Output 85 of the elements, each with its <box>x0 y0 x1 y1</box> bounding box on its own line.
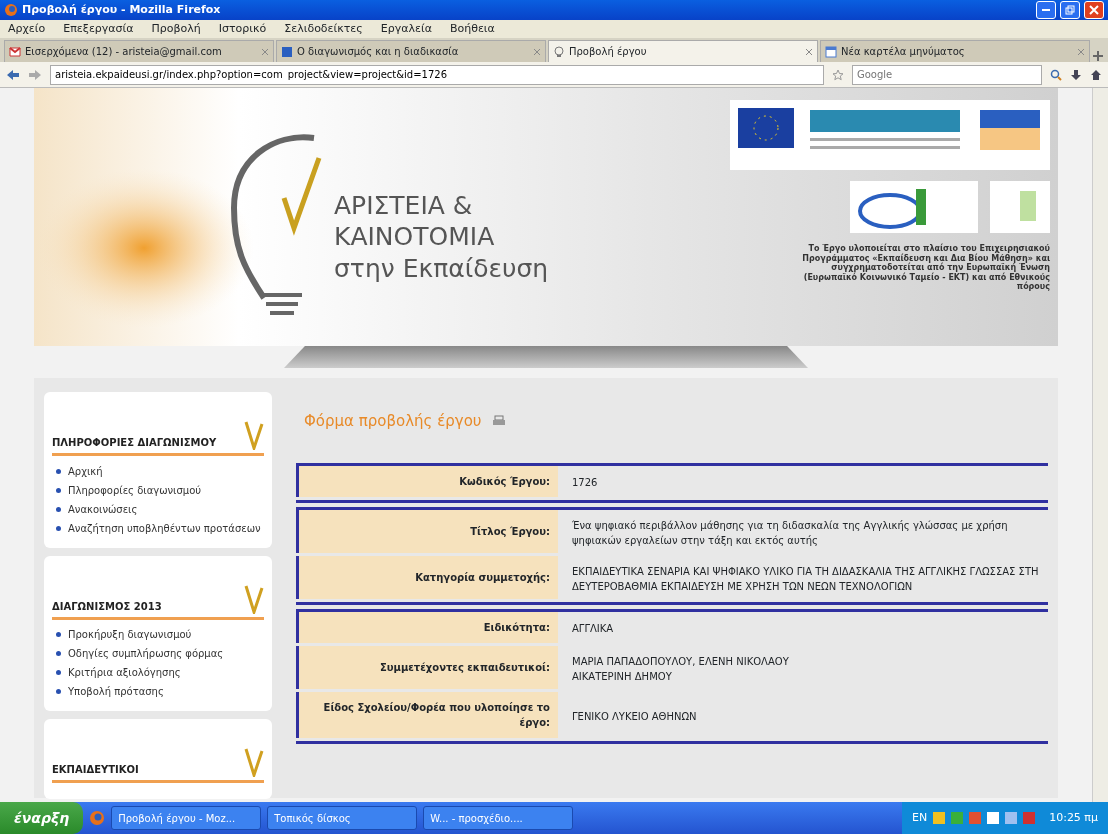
field-label: Ειδικότητα: <box>296 611 558 643</box>
back-icon[interactable] <box>6 68 20 81</box>
close-icon[interactable] <box>533 47 541 56</box>
minimize-button[interactable] <box>1036 1 1056 19</box>
search-icon[interactable] <box>1050 68 1062 81</box>
restore-icon <box>1065 5 1075 15</box>
field-value: ΜΑΡΙΑ ΠΑΠΑΔΟΠΟΥΛΟΥ, ΕΛΕΝΗ ΝΙΚΟΛΑΟΥ ΑΙΚΑΤΕΡΙΝΗ ΔΗΜΟΥ <box>571 654 790 684</box>
menu-item[interactable]: Αρχείο <box>8 20 46 38</box>
language-indicator[interactable]: EN <box>912 809 928 827</box>
menu-item[interactable]: Βοήθεια <box>449 20 495 38</box>
home-icon[interactable] <box>1090 68 1102 81</box>
bullet-icon <box>56 651 61 656</box>
menu-item[interactable]: Προβολή <box>151 20 201 38</box>
site-title: στην Εκπαίδευση <box>334 252 549 284</box>
field-label: Κωδικός Έργου: <box>296 465 558 497</box>
light-bulb-icon <box>553 45 565 58</box>
sidebar-link[interactable]: Πληροφορίες διαγωνισμού <box>52 480 264 500</box>
tab-label: Εισερχόμενα (12) - aristeia@gmail.com <box>25 45 223 59</box>
close-icon[interactable] <box>261 47 269 56</box>
field-label: Είδος Σχολείου/Φορέα που υλοποίησε το έργο: <box>296 691 558 738</box>
bullet-icon <box>56 487 61 493</box>
forward-icon[interactable] <box>28 68 42 81</box>
site-title: ΑΡΙΣΤΕΙΑ & <box>334 190 474 222</box>
browser-tab[interactable]: Εισερχόμενα (12) - aristeia@gmail.com <box>4 40 274 62</box>
sidebar-link[interactable]: Οδηγίες συμπλήρωσης φόρμας <box>52 644 264 663</box>
field-label: Κατηγορία συμμετοχής: <box>296 555 558 599</box>
taskbar-button[interactable]: Τοπικός δίσκος <box>267 806 418 830</box>
sidebar-link[interactable]: Υποβολή πρότασης <box>52 682 264 701</box>
sidebar-link[interactable]: Προκήρυξη διαγωνισμού <box>52 625 264 644</box>
tab-label: Ο διαγωνισμός και η διαδικασία <box>297 45 460 59</box>
printer-icon[interactable] <box>491 415 506 428</box>
bullet-icon <box>56 525 61 531</box>
menu-item[interactable]: Επεξεργασία <box>63 20 134 38</box>
close-icon <box>1089 5 1099 15</box>
bullet-icon <box>56 506 61 512</box>
window-icon <box>825 45 837 58</box>
star-icon[interactable] <box>832 68 844 81</box>
browser-logo-icon <box>4 3 18 17</box>
bullet-icon <box>56 689 61 694</box>
address-field[interactable]: aristeia.ekpaideusi.gr/index.php?option=com_project&view=project&id=1726 <box>50 64 824 85</box>
sidebar-link[interactable]: Αρχική <box>52 461 264 481</box>
sidebar-link[interactable]: Κριτήρια αξιολόγησης <box>52 663 264 682</box>
document-icon <box>281 45 293 58</box>
sidebar-link[interactable]: Αναζήτηση υποβληθέντων προτάσεων <box>52 518 264 538</box>
close-button[interactable] <box>1084 1 1104 19</box>
taskbar-button[interactable]: W... - προσχέδιο.... <box>423 806 574 830</box>
menu-item[interactable]: Ιστορικό <box>218 20 267 38</box>
field-value: ΕΚΠΑΙΔΕΥΤΙΚΑ ΣΕΝΑΡΙΑ ΚΑΙ ΨΗΦΙΑΚΟ ΥΛΙΚΟ ΓΙΑ ΤΗ ΔΙΔΑΣΚΑΛΙΑ ΤΗΣ ΑΓΓΛΙΚΗΣ ΓΛΩΣΣΑΣ ΣΤΗ ΔΕΥΤΕΡΟΒΑΘΜΙΑ ΕΚΠΑΙΔΕΥΣΗ ΜΕ ΧΡΗΣΗ ΤΩΝ ΝΕΩΝ ΤΕΧΝΟΛΟΓΙΩΝ <box>571 564 1040 594</box>
browser-tab[interactable]: Ο διαγωνισμός και η διαδικασία <box>276 40 546 62</box>
field-value: 1726 <box>571 476 599 490</box>
bullet-icon <box>56 670 61 675</box>
search-field[interactable]: Google <box>852 64 1042 85</box>
bullet-icon <box>56 468 61 474</box>
site-title: ΚΑΙΝΟΤΟΜΙΑ <box>334 221 496 253</box>
field-label: Τίτλος Έργου: <box>296 509 558 553</box>
page-heading: Φόρμα προβολής έργου <box>304 411 482 432</box>
browser-logo-icon[interactable] <box>89 810 106 826</box>
taskbar-button[interactable]: Προβολή έργου - Moz... <box>111 806 262 830</box>
field-label: Συμμετέχοντες εκπαιδευτικοί: <box>296 645 558 689</box>
window-title: Προβολή έργου - Mozilla Firefox <box>22 1 222 18</box>
menu-item[interactable]: Σελιδοδείκτες <box>284 20 363 38</box>
scrollbar[interactable] <box>1092 88 1108 802</box>
sidebar-heading: ΕΚΠΑΙΔΕΥΤΙΚΟΙ <box>52 763 139 777</box>
close-icon[interactable] <box>1077 47 1085 56</box>
browser-tab[interactable]: Νέα καρτέλα μηνύματος <box>820 40 1090 62</box>
field-value: ΓΕΝΙΚΟ ΛΥΚΕΙΟ ΑΘΗΝΩΝ <box>571 709 698 724</box>
funding-note: Το Έργο υλοποιείται στο πλαίσιο του Επιχειρησιακού Προγράμματος «Εκπαίδευση και Δια Βίου Μάθηση» και συγχρηματοδοτείται από την Ευρωπαϊκή Ένωση (Ευρωπαϊκό Κοινωνικό Ταμείο - ΕΚΤ) και από Εθνικούς πόρους <box>801 244 1050 292</box>
start-button[interactable]: έναρξη <box>0 802 84 834</box>
bullet-icon <box>56 632 61 637</box>
sidebar-heading: ΔΙΑΓΩΝΙΣΜΟΣ 2013 <box>52 599 162 614</box>
clock: 10:25 πμ <box>1049 809 1098 826</box>
sidebar-heading: ΠΛΗΡΟΦΟΡΙΕΣ ΔΙΑΓΩΝΙΣΜΟΥ <box>52 436 217 450</box>
browser-tab[interactable]: Προβολή έργου <box>548 40 818 62</box>
field-value: ΑΓΓΛΙΚΑ <box>571 622 615 636</box>
field-value: Ένα ψηφιακό περιβάλλον μάθησης για τη διδασκαλία της Αγγλικής γλώσσας με χρήση ψηφιακών εργαλείων στην τάξη και εκτός αυτής <box>571 518 1009 548</box>
close-icon[interactable] <box>805 47 813 56</box>
plus-icon[interactable] <box>1092 50 1104 62</box>
tab-label: Προβολή έργου <box>569 45 648 59</box>
restore-button[interactable] <box>1060 1 1080 19</box>
mail-icon <box>9 45 21 58</box>
download-icon[interactable] <box>1070 68 1082 81</box>
menu-item[interactable]: Εργαλεία <box>380 20 432 38</box>
minimize-icon <box>1042 9 1050 11</box>
tab-label: Νέα καρτέλα μηνύματος <box>841 45 966 59</box>
sidebar-link[interactable]: Ανακοινώσεις <box>52 499 264 519</box>
